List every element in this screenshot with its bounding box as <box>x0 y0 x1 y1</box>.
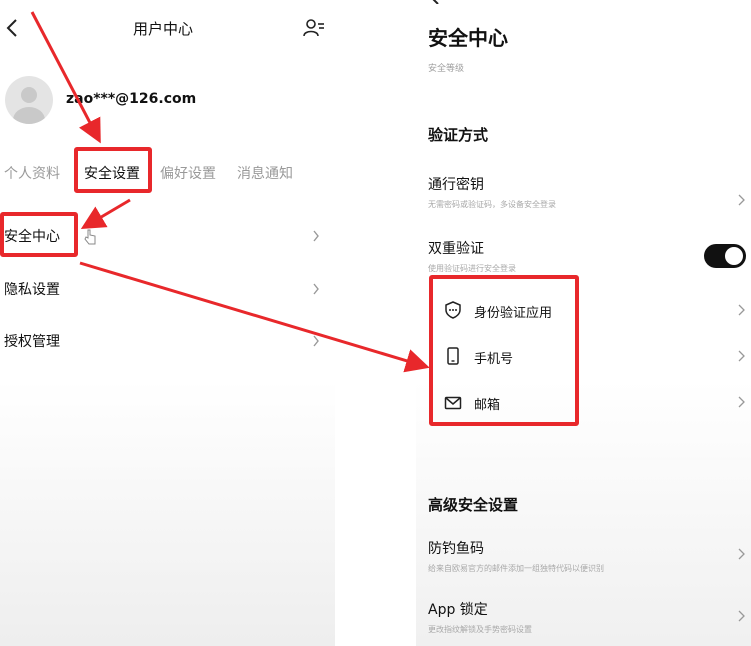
two-factor-item: 双重验证 <box>428 241 484 257</box>
toggle-knob <box>725 247 743 265</box>
chevron-right-icon <box>738 396 745 408</box>
highlight-box-verification-options <box>429 275 579 426</box>
passkey-item[interactable]: 通行密钥 <box>428 174 484 194</box>
page-title: 用户中心 <box>132 20 193 38</box>
menu-item-authorization[interactable]: 授权管理 <box>0 327 335 355</box>
chevron-right-icon <box>313 283 319 295</box>
cursor-hand-icon <box>84 229 96 245</box>
anti-phishing-description: 给来自欧易官方的邮件添加一组独特代码以便识别 <box>428 564 604 573</box>
menu-item-label: 隐私设置 <box>4 282 60 298</box>
highlight-box-security-center <box>0 212 78 257</box>
anti-phishing-item[interactable]: 防钓鱼码 <box>428 538 484 558</box>
menu-item-label: 授权管理 <box>4 334 60 350</box>
page-title: 安全中心 <box>428 26 508 50</box>
menu-item-privacy-settings[interactable]: 隐私设置 <box>0 275 335 303</box>
two-factor-description: 使用验证码进行安全登录 <box>428 264 516 273</box>
app-lock-description: 更改指纹解锁及手势密码设置 <box>428 625 532 634</box>
left-header: 用户中心 <box>0 0 335 56</box>
security-level-label: 安全等级 <box>428 64 465 74</box>
section-title-advanced-security: 高级安全设置 <box>428 496 519 514</box>
tab-preferences[interactable]: 偏好设置 <box>160 163 216 183</box>
passkey-description: 无需密码或验证码，多设备安全登录 <box>428 200 556 209</box>
tab-notifications[interactable]: 消息通知 <box>237 163 293 183</box>
user-center-screen: 用户中心 zao***@126.com 个人资料 安全设置 偏好设置 消息通知 … <box>0 0 335 646</box>
highlight-box-security-tab <box>74 147 152 193</box>
chevron-right-icon <box>738 548 745 560</box>
chevron-right-icon <box>738 304 745 316</box>
chevron-right-icon <box>738 194 745 206</box>
app-lock-item[interactable]: App 锁定 <box>428 599 488 619</box>
chevron-left-icon[interactable] <box>430 0 440 4</box>
two-factor-toggle[interactable] <box>704 244 746 268</box>
chevron-right-icon <box>313 230 319 242</box>
user-email: zao***@126.com <box>66 91 197 107</box>
user-switch-icon[interactable] <box>303 18 325 38</box>
avatar-placeholder-icon[interactable] <box>5 76 53 124</box>
chevron-right-icon <box>738 350 745 362</box>
chevron-right-icon <box>738 610 745 622</box>
section-title-verification: 验证方式 <box>428 126 489 144</box>
chevron-right-icon <box>313 335 319 347</box>
tab-personal-info[interactable]: 个人资料 <box>4 163 60 183</box>
